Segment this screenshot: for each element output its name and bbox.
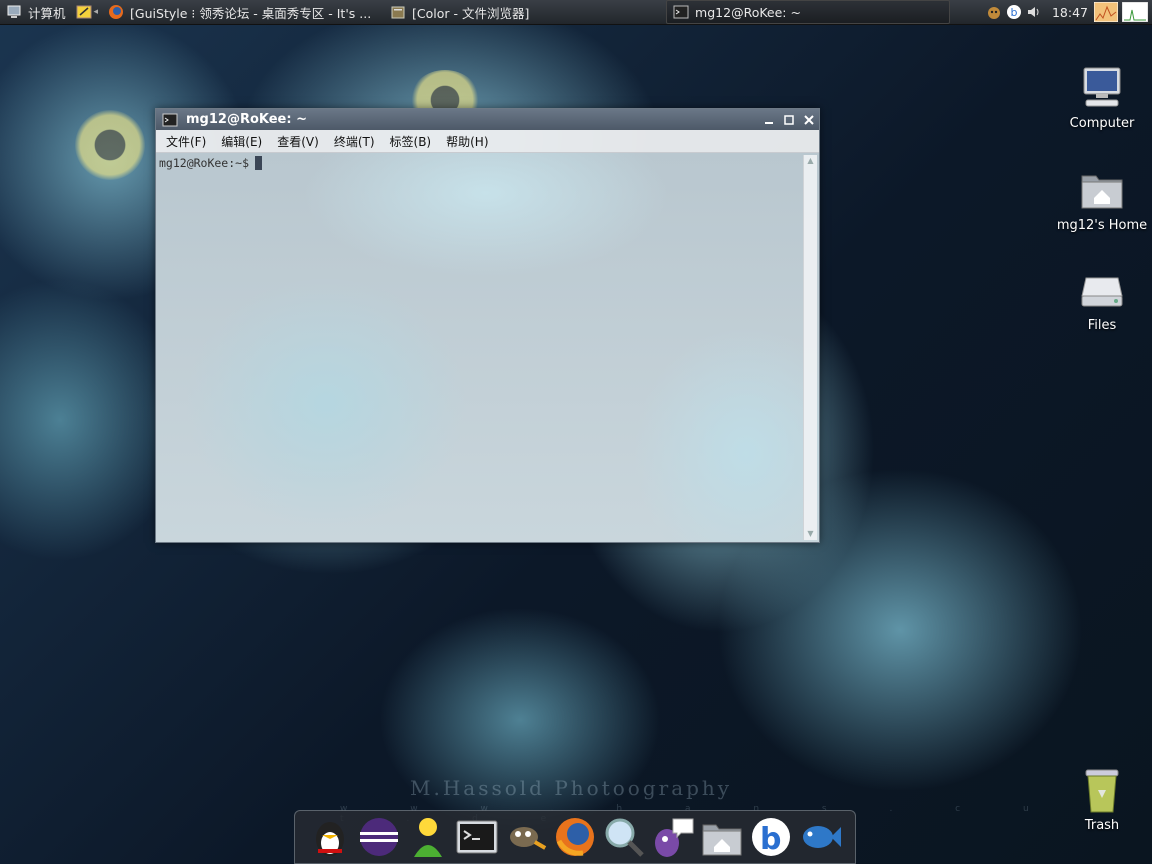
terminal-content[interactable]: mg12@RoKee:~$ ▲ ▼ — [156, 153, 819, 542]
terminal-icon — [456, 820, 498, 854]
maximize-button[interactable] — [779, 111, 799, 129]
search-icon — [605, 818, 644, 857]
desktop-icon-files[interactable]: Files — [1052, 266, 1152, 333]
clock[interactable]: 18:47 — [1046, 5, 1094, 20]
desktop-icon-home[interactable]: mg12's Home — [1052, 166, 1152, 233]
close-button[interactable] — [799, 111, 819, 129]
terminal-transparent-background — [156, 153, 819, 542]
menu-help[interactable]: 帮助(H) — [441, 133, 493, 150]
trash-icon — [1078, 766, 1126, 814]
scroll-up-icon[interactable]: ▲ — [804, 155, 817, 167]
pidgin-launcher[interactable] — [651, 815, 695, 859]
firefox-launcher[interactable] — [553, 815, 597, 859]
launcher-separator: ◂ — [93, 7, 99, 17]
terminal-menubar: 文件(F) 编辑(E) 查看(V) 终端(T) 标签(B) 帮助(H) — [156, 130, 819, 153]
svg-text:b: b — [760, 822, 781, 857]
messenger-launcher[interactable] — [406, 815, 450, 859]
desktop-icon-computer[interactable]: Computer — [1052, 64, 1152, 131]
computer-icon — [6, 4, 22, 20]
search-launcher[interactable] — [602, 815, 646, 859]
eclipse-icon — [359, 818, 398, 856]
window-controls — [759, 111, 819, 129]
terminal-launcher[interactable] — [455, 815, 499, 859]
home-folder-launcher[interactable] — [700, 815, 744, 859]
application-dock: b — [294, 810, 856, 864]
wallpaper-watermark: M.Hassold Photoography — [410, 776, 733, 800]
desktop-icon-label: Computer — [1069, 116, 1135, 131]
taskbar-item-label: [GuiStyle ⁝ 领秀论坛 - 桌面秀专区 - It's ... — [130, 5, 372, 21]
file-browser-icon — [390, 4, 406, 20]
vertical-scrollbar[interactable]: ▲ ▼ — [803, 155, 817, 540]
shell-prompt-line: mg12@RoKee:~$ — [159, 156, 263, 170]
pidgin-icon — [655, 818, 694, 857]
firefox-icon — [555, 818, 594, 856]
eclipse-launcher[interactable] — [357, 815, 401, 859]
pidgin-icon[interactable] — [986, 4, 1002, 20]
taskbar-item-terminal[interactable]: mg12@RoKee: ~ — [666, 0, 951, 24]
bluetooth-b-icon[interactable]: b — [1006, 4, 1022, 20]
volume-icon[interactable] — [1026, 4, 1042, 20]
desktop-icon-trash[interactable]: Trash — [1052, 766, 1152, 833]
network-monitor-icon[interactable] — [1121, 1, 1149, 23]
blueman-icon: b — [752, 818, 791, 857]
gimp-icon — [509, 827, 547, 850]
desktop-icon-label: Files — [1087, 318, 1117, 333]
home-folder-icon — [702, 824, 742, 856]
penguin-icon — [315, 822, 344, 856]
svg-text:b: b — [1010, 6, 1017, 19]
fish-launcher[interactable] — [798, 815, 842, 859]
computer-menu[interactable]: 计算机 — [0, 0, 72, 24]
terminal-window[interactable]: mg12@RoKee: ~ 文件(F) 编辑(E) 查看(V) 终端(T) 标签… — [155, 108, 820, 543]
minimize-button[interactable] — [759, 111, 779, 129]
menu-file[interactable]: 文件(F) — [161, 133, 211, 150]
system-tray: b 18:47 — [986, 0, 1152, 24]
home-folder-icon — [1078, 166, 1126, 214]
gimp-launcher[interactable] — [504, 815, 548, 859]
menu-tabs[interactable]: 标签(B) — [385, 133, 437, 150]
flower-center-decoration — [75, 110, 145, 180]
scroll-down-icon[interactable]: ▼ — [804, 528, 817, 540]
bluetooth-launcher[interactable]: b — [749, 815, 793, 859]
top-panel: 计算机 ◂ [GuiStyle ⁝ 领秀论坛 - 桌面秀专区 - It's ..… — [0, 0, 1152, 25]
menu-view[interactable]: 查看(V) — [272, 133, 324, 150]
fish-icon — [803, 826, 842, 848]
computer-icon — [1078, 64, 1126, 112]
text-cursor — [255, 156, 263, 170]
terminal-icon — [673, 4, 689, 20]
terminal-icon — [162, 112, 178, 128]
taskbar-item-label: [Color - 文件浏览器] — [412, 5, 530, 21]
computer-menu-label: 计算机 — [28, 5, 66, 21]
desktop-icon-label: mg12's Home — [1056, 218, 1148, 233]
menu-edit[interactable]: 编辑(E) — [216, 133, 267, 150]
qq-launcher[interactable] — [308, 815, 352, 859]
messenger-user-icon — [413, 818, 442, 857]
cpu-monitor-icon[interactable] — [1093, 1, 1119, 23]
taskbar-item-label: mg12@RoKee: ~ — [695, 4, 801, 20]
notes-icon — [76, 4, 92, 20]
taskbar-item-file-browser[interactable]: [Color - 文件浏览器] — [384, 1, 666, 23]
menu-terminal[interactable]: 终端(T) — [329, 133, 380, 150]
shell-prompt: mg12@RoKee:~$ — [159, 156, 250, 170]
notes-launcher[interactable]: ◂ — [72, 0, 103, 24]
desktop-icon-label: Trash — [1084, 818, 1120, 833]
hard-drive-icon — [1078, 266, 1126, 314]
terminal-titlebar[interactable]: mg12@RoKee: ~ — [156, 109, 819, 130]
window-title: mg12@RoKee: ~ — [186, 112, 307, 127]
firefox-icon — [108, 4, 124, 20]
taskbar-item-guistyle[interactable]: [GuiStyle ⁝ 领秀论坛 - 桌面秀专区 - It's ... — [102, 1, 384, 23]
